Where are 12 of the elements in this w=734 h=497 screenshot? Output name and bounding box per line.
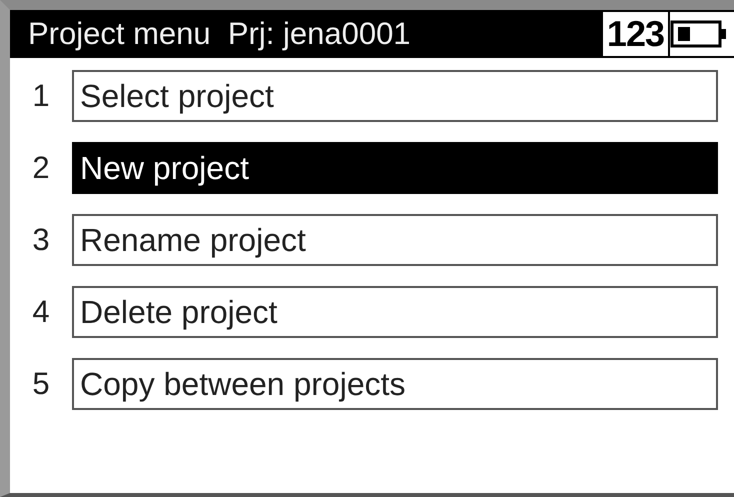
- menu-item[interactable]: Rename project: [72, 214, 718, 266]
- menu-item[interactable]: Delete project: [72, 286, 718, 338]
- screen-title: Project menu Prj: jena0001: [28, 16, 412, 52]
- input-mode-indicator: 123: [602, 12, 670, 56]
- item-number: 4: [31, 294, 51, 330]
- item-number: 1: [31, 78, 51, 114]
- menu-item[interactable]: New project: [72, 142, 718, 194]
- menu-item[interactable]: Copy between projects: [72, 358, 718, 410]
- menu-item[interactable]: Select project: [72, 70, 718, 122]
- item-number: 2: [31, 150, 51, 186]
- item-number: 3: [31, 222, 51, 258]
- item-number: 5: [31, 366, 51, 402]
